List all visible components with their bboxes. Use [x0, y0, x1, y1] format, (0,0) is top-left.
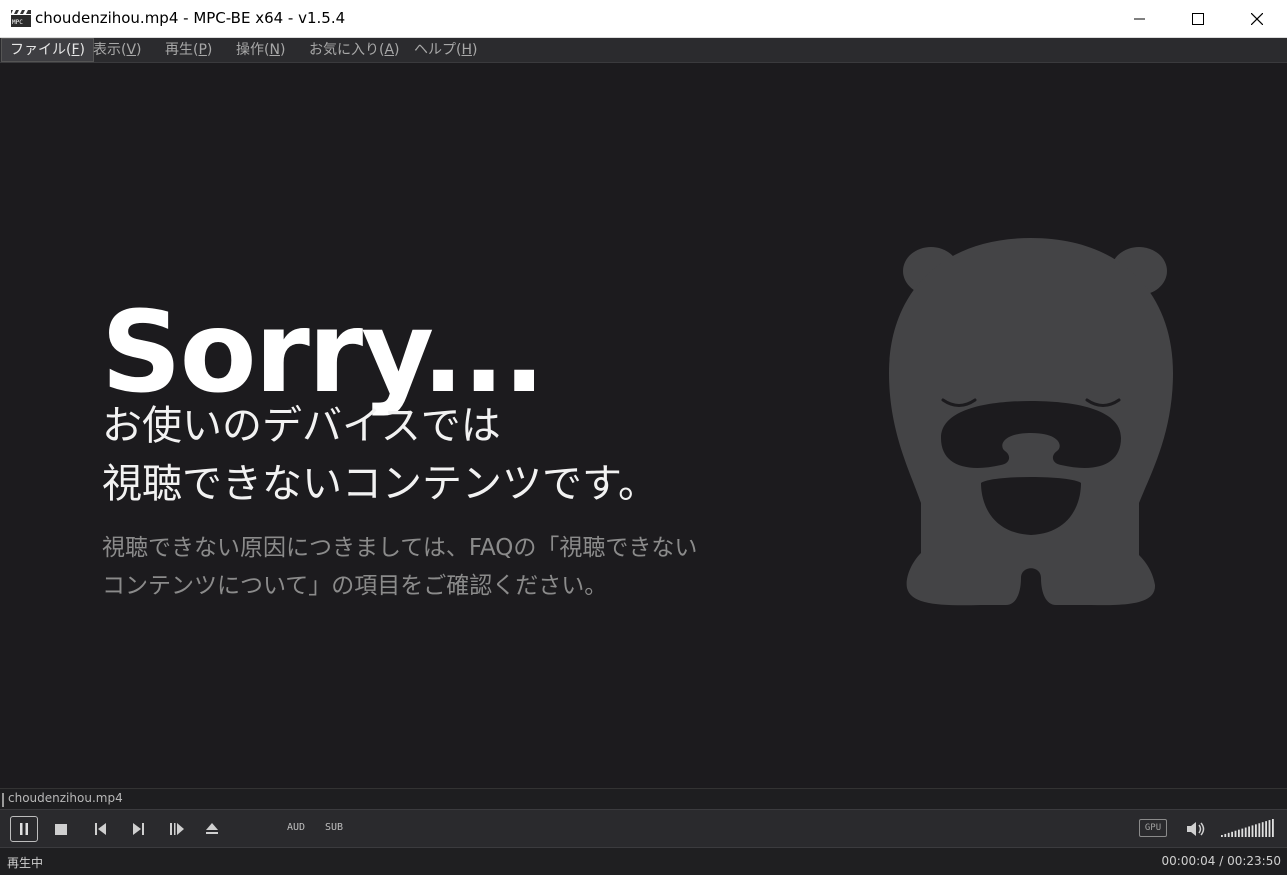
volume-bar: [1258, 823, 1261, 837]
minimize-button[interactable]: [1111, 0, 1169, 38]
sleeping-bear-mascot-icon: [881, 233, 1181, 617]
menu-favorites[interactable]: お気に入り(A): [301, 38, 408, 62]
frame-step-button[interactable]: [163, 816, 191, 842]
next-icon: [133, 823, 144, 835]
stop-button[interactable]: [48, 816, 76, 842]
title-bar: MPC choudenzihou.mp4 - MPC-BE x64 - v1.5…: [0, 0, 1287, 38]
volume-bar: [1255, 824, 1257, 837]
volume-bar: [1224, 833, 1227, 837]
previous-button[interactable]: [87, 816, 115, 842]
playback-controls: AUD SUB GPU: [0, 809, 1287, 848]
volume-bar: [1261, 822, 1264, 837]
svg-text:MPC: MPC: [12, 19, 23, 26]
volume-bar: [1221, 835, 1223, 837]
menu-help[interactable]: ヘルプ(H): [406, 38, 485, 62]
volume-bar: [1272, 819, 1274, 837]
menu-view[interactable]: 表示(V): [85, 38, 150, 62]
error-headline-line2: 視聴できないコンテンツです。: [102, 461, 658, 507]
volume-bar: [1231, 831, 1233, 837]
mpc-be-clapper-icon[interactable]: MPC: [11, 10, 31, 27]
playback-state: 再生中: [7, 856, 44, 870]
eject-button[interactable]: [199, 816, 227, 842]
menu-file[interactable]: ファイル(F): [1, 38, 94, 62]
filename-strip: choudenzihou.mp4: [0, 788, 1287, 809]
pause-button[interactable]: [10, 816, 38, 842]
next-button[interactable]: [125, 816, 153, 842]
volume-level-bars: [1221, 819, 1274, 837]
maximize-button[interactable]: [1169, 0, 1227, 38]
error-description: 視聴できない原因につきましては、FAQの「視聴できない コンテンツについて」の項…: [102, 529, 697, 605]
volume-bar: [1234, 830, 1237, 837]
volume-bar: [1227, 832, 1230, 837]
volume-bar: [1238, 829, 1240, 837]
speaker-icon: [1187, 822, 1205, 836]
seek-position-marker[interactable]: [2, 793, 4, 807]
menu-play[interactable]: 再生(P): [157, 38, 220, 62]
eject-icon: [206, 823, 218, 834]
volume-bar: [1251, 825, 1254, 837]
video-area[interactable]: Sorry... お使いのデバイスでは 視聴できないコンテンツです。 視聴できな…: [1, 63, 1286, 788]
pause-icon: [20, 823, 28, 835]
maximize-icon: [1192, 13, 1204, 25]
stop-icon: [55, 824, 67, 835]
minimize-icon: [1134, 18, 1145, 20]
gpu-indicator[interactable]: GPU: [1139, 819, 1167, 837]
previous-icon: [95, 823, 106, 835]
volume-bar: [1244, 827, 1247, 837]
close-icon: [1251, 13, 1263, 25]
menu-bar: ファイル(F) 表示(V) 再生(P) 操作(N) お気に入り(A) ヘルプ(H…: [0, 38, 1287, 63]
status-bar: 再生中 00:00:04 / 00:23:50: [0, 848, 1287, 875]
volume-bar: [1265, 821, 1267, 837]
close-button[interactable]: [1228, 0, 1286, 38]
menu-navigate[interactable]: 操作(N): [228, 38, 293, 62]
frame-step-icon: [170, 823, 184, 835]
volume-bar: [1268, 820, 1271, 837]
time-readout: 00:00:04 / 00:23:50: [1161, 854, 1281, 868]
volume-bar: [1241, 828, 1244, 837]
error-description-line2: コンテンツについて」の項目をご確認ください。: [102, 573, 608, 599]
filename-label: choudenzihou.mp4: [8, 791, 123, 805]
volume-slider[interactable]: [1221, 818, 1277, 838]
window-title: choudenzihou.mp4 - MPC-BE x64 - v1.5.4: [35, 9, 346, 27]
audio-track-button[interactable]: AUD: [287, 822, 305, 833]
subtitle-track-button[interactable]: SUB: [325, 822, 343, 833]
error-description-line1: 視聴できない原因につきましては、FAQの「視聴できない: [102, 535, 698, 561]
mute-button[interactable]: [1182, 816, 1210, 842]
error-headline-line1: お使いのデバイスでは: [102, 403, 501, 449]
volume-bar: [1248, 826, 1250, 837]
error-headline: お使いのデバイスでは 視聴できないコンテンツです。: [102, 397, 658, 513]
